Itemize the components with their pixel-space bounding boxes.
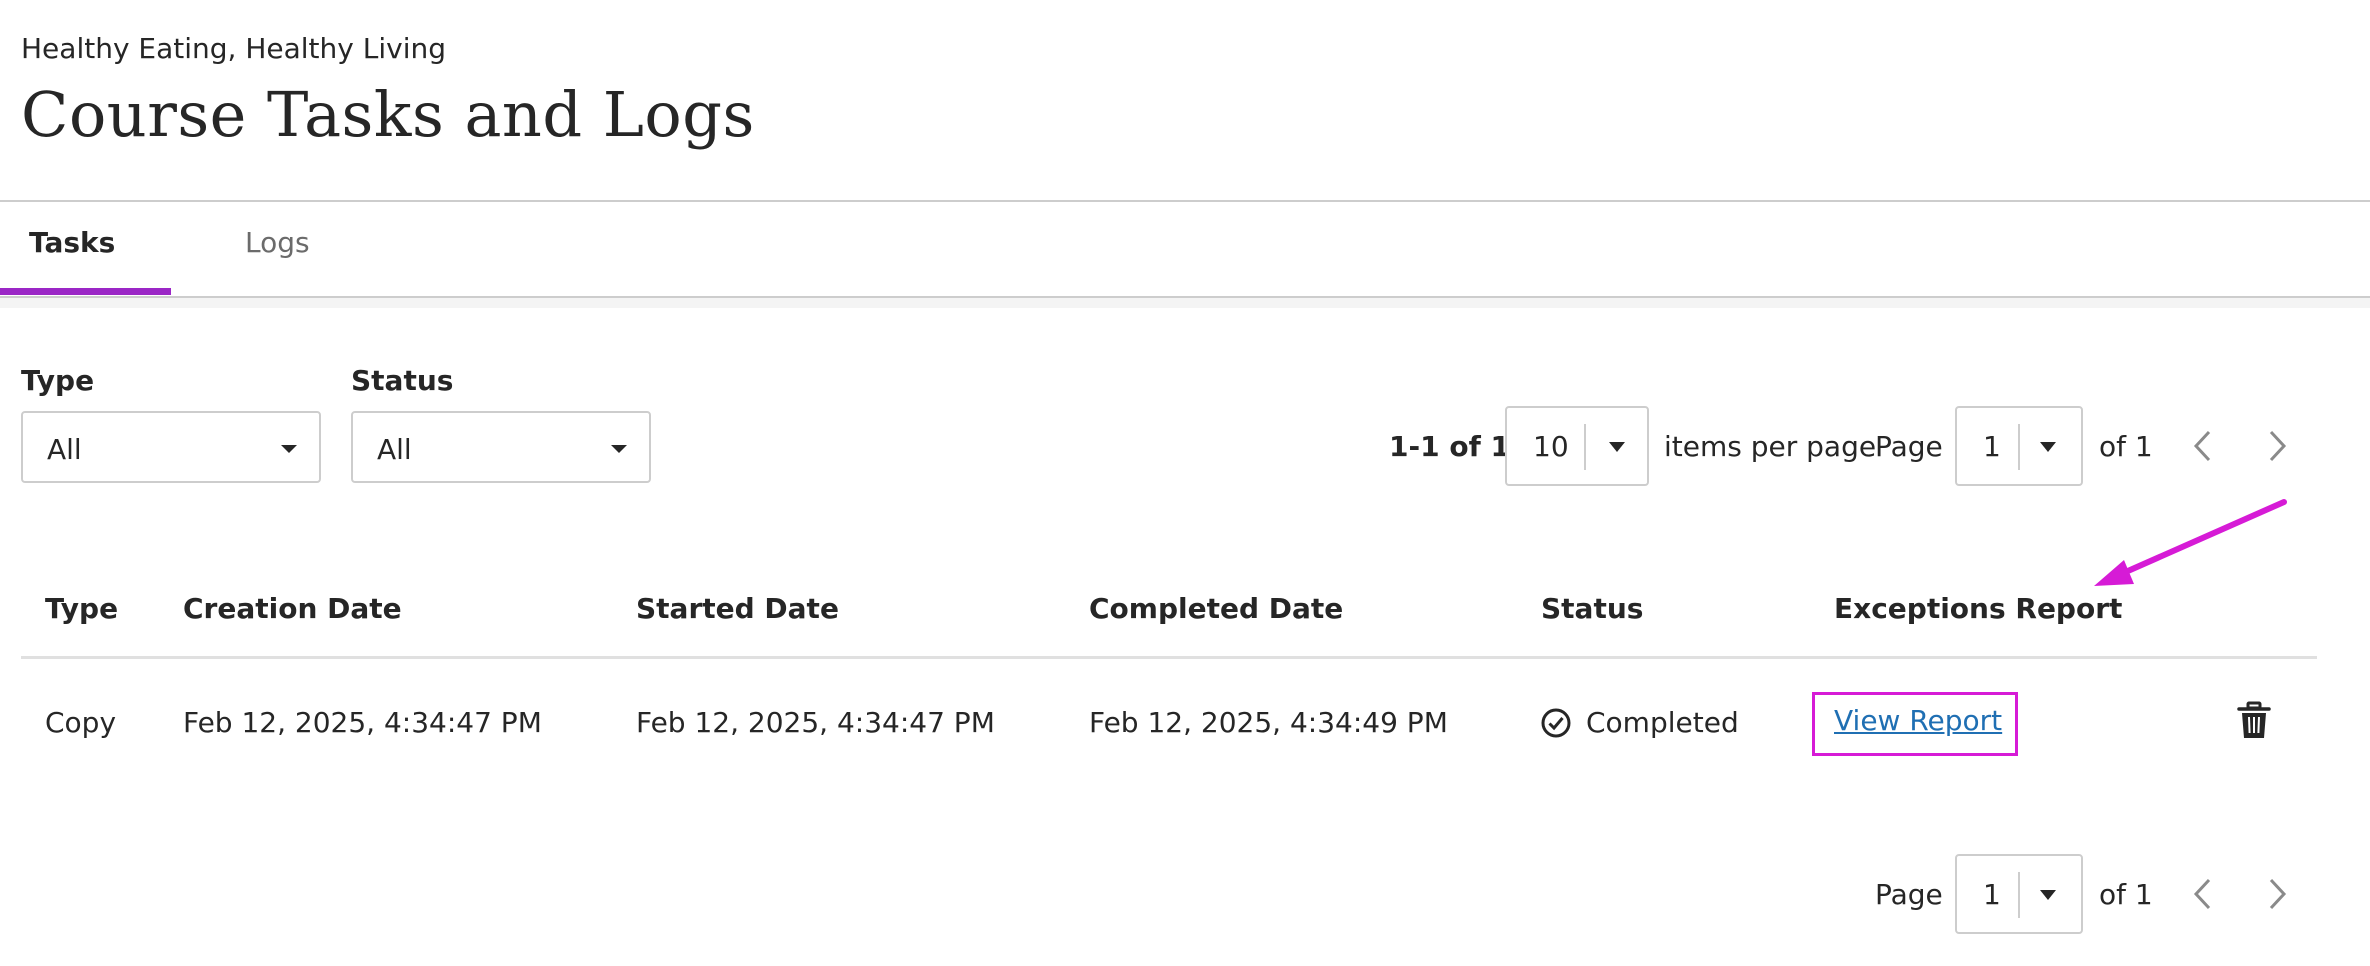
- page-select[interactable]: 1: [1955, 406, 2083, 486]
- tab-tasks[interactable]: Tasks: [29, 226, 115, 259]
- header-divider: [0, 200, 2370, 202]
- cell-status: Completed: [1540, 706, 1739, 739]
- select-divider: [2018, 872, 2020, 918]
- cell-started-date: Feb 12, 2025, 4:34:47 PM: [636, 706, 995, 739]
- column-header-exceptions-report: Exceptions Report: [1834, 592, 2123, 625]
- caret-down-icon: [281, 445, 297, 453]
- column-header-type[interactable]: Type: [45, 592, 118, 625]
- view-report-link[interactable]: View Report: [1834, 704, 2002, 737]
- bottom-previous-page-button[interactable]: [2183, 874, 2223, 914]
- type-filter-select[interactable]: All: [21, 411, 321, 483]
- chevron-right-icon: [2269, 878, 2287, 910]
- status-filter-label: Status: [351, 364, 454, 397]
- bottom-next-page-button[interactable]: [2257, 874, 2297, 914]
- trash-icon: [2237, 701, 2271, 738]
- page-count: of 1: [2099, 430, 2153, 463]
- type-filter-value: All: [47, 433, 82, 466]
- status-filter-value: All: [377, 433, 412, 466]
- column-header-status[interactable]: Status: [1541, 592, 1643, 625]
- column-header-started-date[interactable]: Started Date: [636, 592, 839, 625]
- cell-creation-date: Feb 12, 2025, 4:34:47 PM: [183, 706, 542, 739]
- delete-task-button[interactable]: [2236, 701, 2272, 741]
- previous-page-button[interactable]: [2183, 426, 2223, 466]
- tabs-shadow: [0, 298, 2370, 308]
- select-divider: [1584, 424, 1586, 470]
- tab-selected-indicator: [0, 288, 171, 295]
- bottom-page-select[interactable]: 1: [1955, 854, 2083, 934]
- cell-type: Copy: [45, 706, 117, 739]
- tab-logs[interactable]: Logs: [245, 226, 310, 259]
- caret-down-icon: [611, 445, 627, 453]
- page-label: Page: [1875, 430, 1943, 463]
- bottom-page-label: Page: [1875, 878, 1943, 911]
- caret-down-icon: [2040, 442, 2056, 452]
- column-header-completed-date[interactable]: Completed Date: [1089, 592, 1343, 625]
- items-per-page-value: 10: [1533, 430, 1569, 463]
- next-page-button[interactable]: [2257, 426, 2297, 466]
- check-circle-icon: [1541, 708, 1571, 737]
- table-header-divider: [21, 656, 2317, 659]
- status-text: Completed: [1586, 706, 1739, 739]
- cell-completed-date: Feb 12, 2025, 4:34:49 PM: [1089, 706, 1448, 739]
- items-per-page-select[interactable]: 10: [1505, 406, 1649, 486]
- status-filter-select[interactable]: All: [351, 411, 651, 483]
- results-range: 1-1 of 1: [1389, 430, 1510, 463]
- bottom-page-count: of 1: [2099, 878, 2153, 911]
- annotation-arrow-icon: [2094, 499, 2287, 586]
- caret-down-icon: [1609, 442, 1625, 452]
- caret-down-icon: [2040, 890, 2056, 900]
- items-per-page-label: items per page: [1664, 430, 1877, 463]
- page-title: Course Tasks and Logs: [21, 78, 755, 151]
- chevron-right-icon: [2269, 430, 2287, 462]
- page-select-value: 1: [1983, 430, 2001, 463]
- course-name: Healthy Eating, Healthy Living: [21, 32, 447, 65]
- chevron-left-icon: [2193, 430, 2211, 462]
- chevron-left-icon: [2193, 878, 2211, 910]
- bottom-page-select-value: 1: [1983, 878, 2001, 911]
- select-divider: [2018, 424, 2020, 470]
- column-header-creation-date[interactable]: Creation Date: [183, 592, 402, 625]
- type-filter-label: Type: [21, 364, 95, 397]
